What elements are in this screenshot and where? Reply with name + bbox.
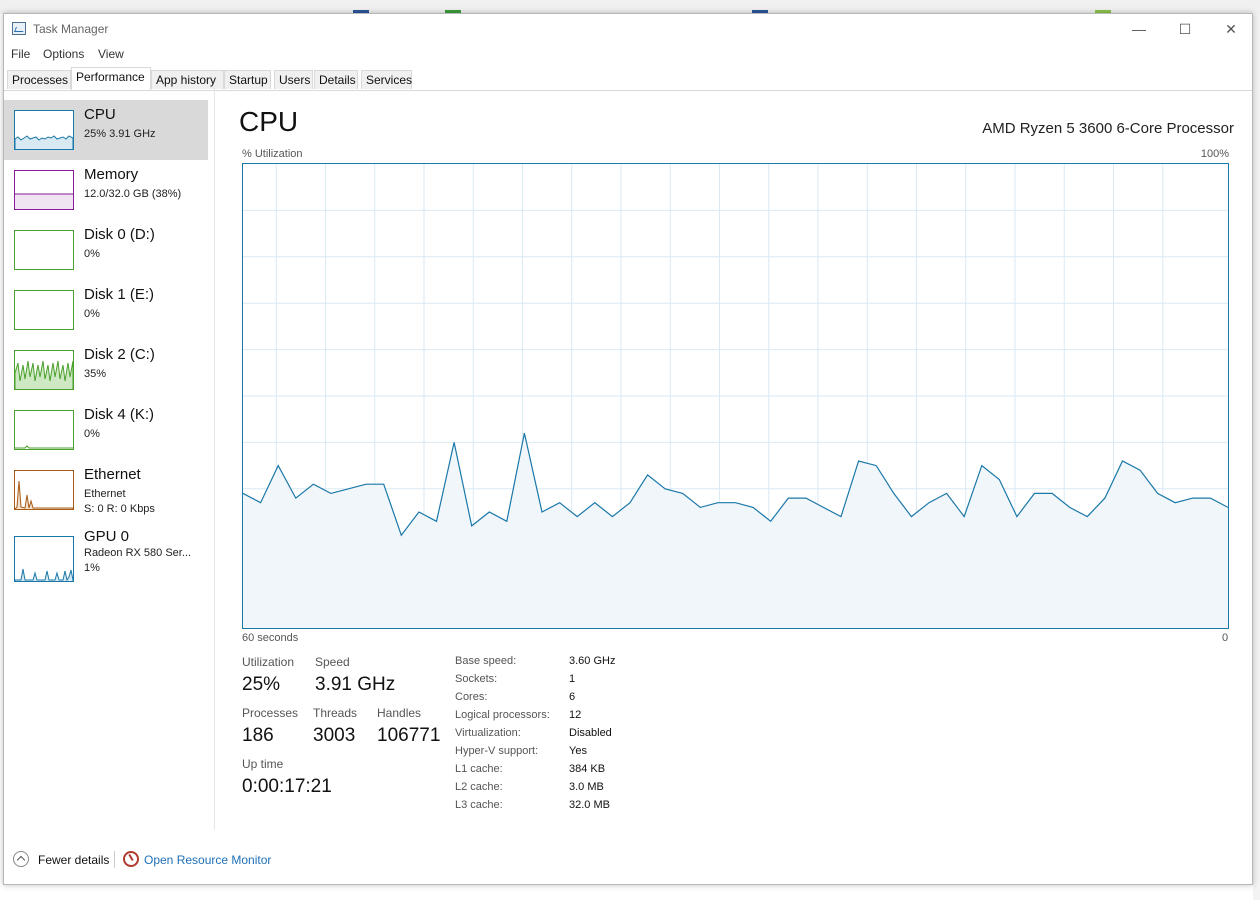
gpu-0-thumbnail [14, 536, 74, 582]
speed-value: 3.91 GHz [315, 674, 396, 695]
spec-label-hyper-v: Hyper-V support: [455, 745, 539, 757]
graph-max-label: 100% [1200, 148, 1229, 160]
spec-value-l2-cache: 3.0 MB [569, 781, 604, 793]
sidebar-value-disk-4: 0% [84, 428, 100, 440]
title-bar[interactable]: Task Manager — ☐ ✕ [4, 14, 1252, 44]
sidebar-adapter-ethernet: Ethernet [84, 488, 126, 500]
cpu-utilization-graph [242, 163, 1229, 629]
sidebar-item-gpu-0[interactable]: GPU 0 Radeon RX 580 Ser... 1% [4, 526, 208, 586]
spec-value-l3-cache: 32.0 MB [569, 799, 610, 811]
processes-value: 186 [242, 725, 274, 746]
spec-value-base-speed: 3.60 GHz [569, 655, 616, 667]
uptime-value: 0:00:17:21 [242, 776, 332, 797]
open-resource-monitor-link[interactable]: Open Resource Monitor [144, 853, 271, 867]
sidebar-item-memory[interactable]: Memory 12.0/32.0 GB (38%) [4, 160, 208, 220]
task-manager-icon [12, 22, 26, 35]
background-strip [0, 0, 1260, 14]
cpu-usage-area [243, 433, 1228, 628]
sidebar-value-disk-2: 35% [84, 368, 107, 380]
sidebar-value-gpu-0: 1% [84, 562, 100, 574]
spec-value-virtualization: Disabled [569, 727, 612, 739]
menu-options[interactable]: Options [43, 47, 84, 61]
spec-value-l1-cache: 384 KB [569, 763, 606, 775]
tab-performance[interactable]: Performance [71, 67, 151, 90]
ethernet-thumbnail [14, 470, 74, 510]
disk-2-thumbnail [14, 350, 74, 390]
spec-label-logical-processors: Logical processors: [455, 709, 550, 721]
window-title: Task Manager [33, 22, 109, 36]
resource-sidebar: CPU 25% 3.91 GHz Memory 12.0/32.0 GB (38… [4, 86, 215, 830]
tab-details[interactable]: Details [314, 70, 358, 89]
sidebar-item-disk-1[interactable]: Disk 1 (E:) 0% [4, 280, 208, 340]
utilization-value: 25% [242, 674, 281, 695]
sidebar-item-disk-0[interactable]: Disk 0 (D:) 0% [4, 220, 208, 280]
spec-value-cores: 6 [569, 691, 576, 703]
handles-value: 106771 [377, 725, 441, 746]
sidebar-label-gpu-0: GPU 0 [84, 528, 130, 545]
maximize-button[interactable]: ☐ [1162, 14, 1208, 44]
fewer-details-button[interactable]: Fewer details [38, 853, 109, 867]
spec-label-l1-cache: L1 cache: [455, 763, 503, 775]
spec-label-l3-cache: L3 cache: [455, 799, 503, 811]
sidebar-value-disk-1: 0% [84, 308, 100, 320]
resource-monitor-icon[interactable] [123, 851, 139, 867]
threads-label: Threads [313, 706, 358, 720]
spec-label-sockets: Sockets: [455, 673, 498, 685]
sidebar-item-disk-4[interactable]: Disk 4 (K:) 0% [4, 400, 208, 460]
sidebar-value-memory: 12.0/32.0 GB (38%) [84, 188, 182, 200]
spec-value-hyper-v: Yes [569, 745, 587, 757]
sidebar-model-gpu-0: Radeon RX 580 Ser... [84, 547, 192, 559]
background-window-edge [1253, 14, 1260, 900]
graph-zero-label: 0 [1222, 632, 1229, 644]
page-title: CPU [239, 106, 299, 137]
graph-axis-label: % Utilization [242, 148, 303, 160]
sidebar-label-disk-0: Disk 0 (D:) [84, 226, 155, 243]
menu-file[interactable]: File [11, 47, 30, 61]
sidebar-item-ethernet[interactable]: Ethernet Ethernet S: 0 R: 0 Kbps [4, 460, 208, 520]
speed-label: Speed [315, 655, 350, 669]
memory-thumbnail [14, 170, 74, 210]
graph-time-label: 60 seconds [242, 632, 299, 644]
spec-label-cores: Cores: [455, 691, 488, 703]
close-button[interactable]: ✕ [1208, 14, 1254, 44]
menu-bar: File Options View [4, 44, 1252, 64]
sidebar-value-cpu: 25% 3.91 GHz [84, 128, 156, 140]
spec-value-logical-processors: 12 [569, 709, 582, 721]
footer-divider [114, 851, 115, 868]
threads-value: 3003 [313, 725, 356, 746]
sidebar-label-ethernet: Ethernet [84, 466, 141, 483]
sidebar-label-disk-2: Disk 2 (C:) [84, 346, 155, 363]
sidebar-label-memory: Memory [84, 166, 139, 183]
disk-4-thumbnail [14, 410, 74, 450]
cpu-graph-svg [242, 164, 1229, 628]
tab-services[interactable]: Services [361, 70, 412, 89]
handles-label: Handles [377, 706, 422, 720]
menu-view[interactable]: View [98, 47, 124, 61]
sidebar-label-cpu: CPU [84, 106, 116, 123]
disk-0-thumbnail [14, 230, 74, 270]
spec-label-l2-cache: L2 cache: [455, 781, 503, 793]
disk-1-thumbnail [14, 290, 74, 330]
sidebar-item-cpu[interactable]: CPU 25% 3.91 GHz [4, 100, 208, 160]
utilization-label: Utilization [242, 655, 295, 669]
spec-label-virtualization: Virtualization: [455, 727, 521, 739]
tab-users[interactable]: Users [274, 70, 313, 89]
uptime-label: Up time [242, 757, 284, 771]
sidebar-throughput-ethernet: S: 0 R: 0 Kbps [84, 503, 155, 515]
processor-name: AMD Ryzen 5 3600 6-Core Processor [982, 120, 1234, 137]
minimize-button[interactable]: — [1116, 14, 1162, 44]
cpu-thumbnail [14, 110, 74, 150]
tab-startup[interactable]: Startup [224, 70, 271, 89]
processes-label: Processes [242, 706, 299, 720]
sidebar-label-disk-1: Disk 1 (E:) [84, 286, 155, 303]
spec-label-base-speed: Base speed: [455, 655, 517, 667]
sidebar-item-disk-2[interactable]: Disk 2 (C:) 35% [4, 340, 208, 400]
spec-value-sockets: 1 [569, 673, 576, 685]
sidebar-label-disk-4: Disk 4 (K:) [84, 406, 155, 423]
sidebar-value-disk-0: 0% [84, 248, 100, 260]
chevron-up-icon[interactable] [13, 851, 29, 867]
